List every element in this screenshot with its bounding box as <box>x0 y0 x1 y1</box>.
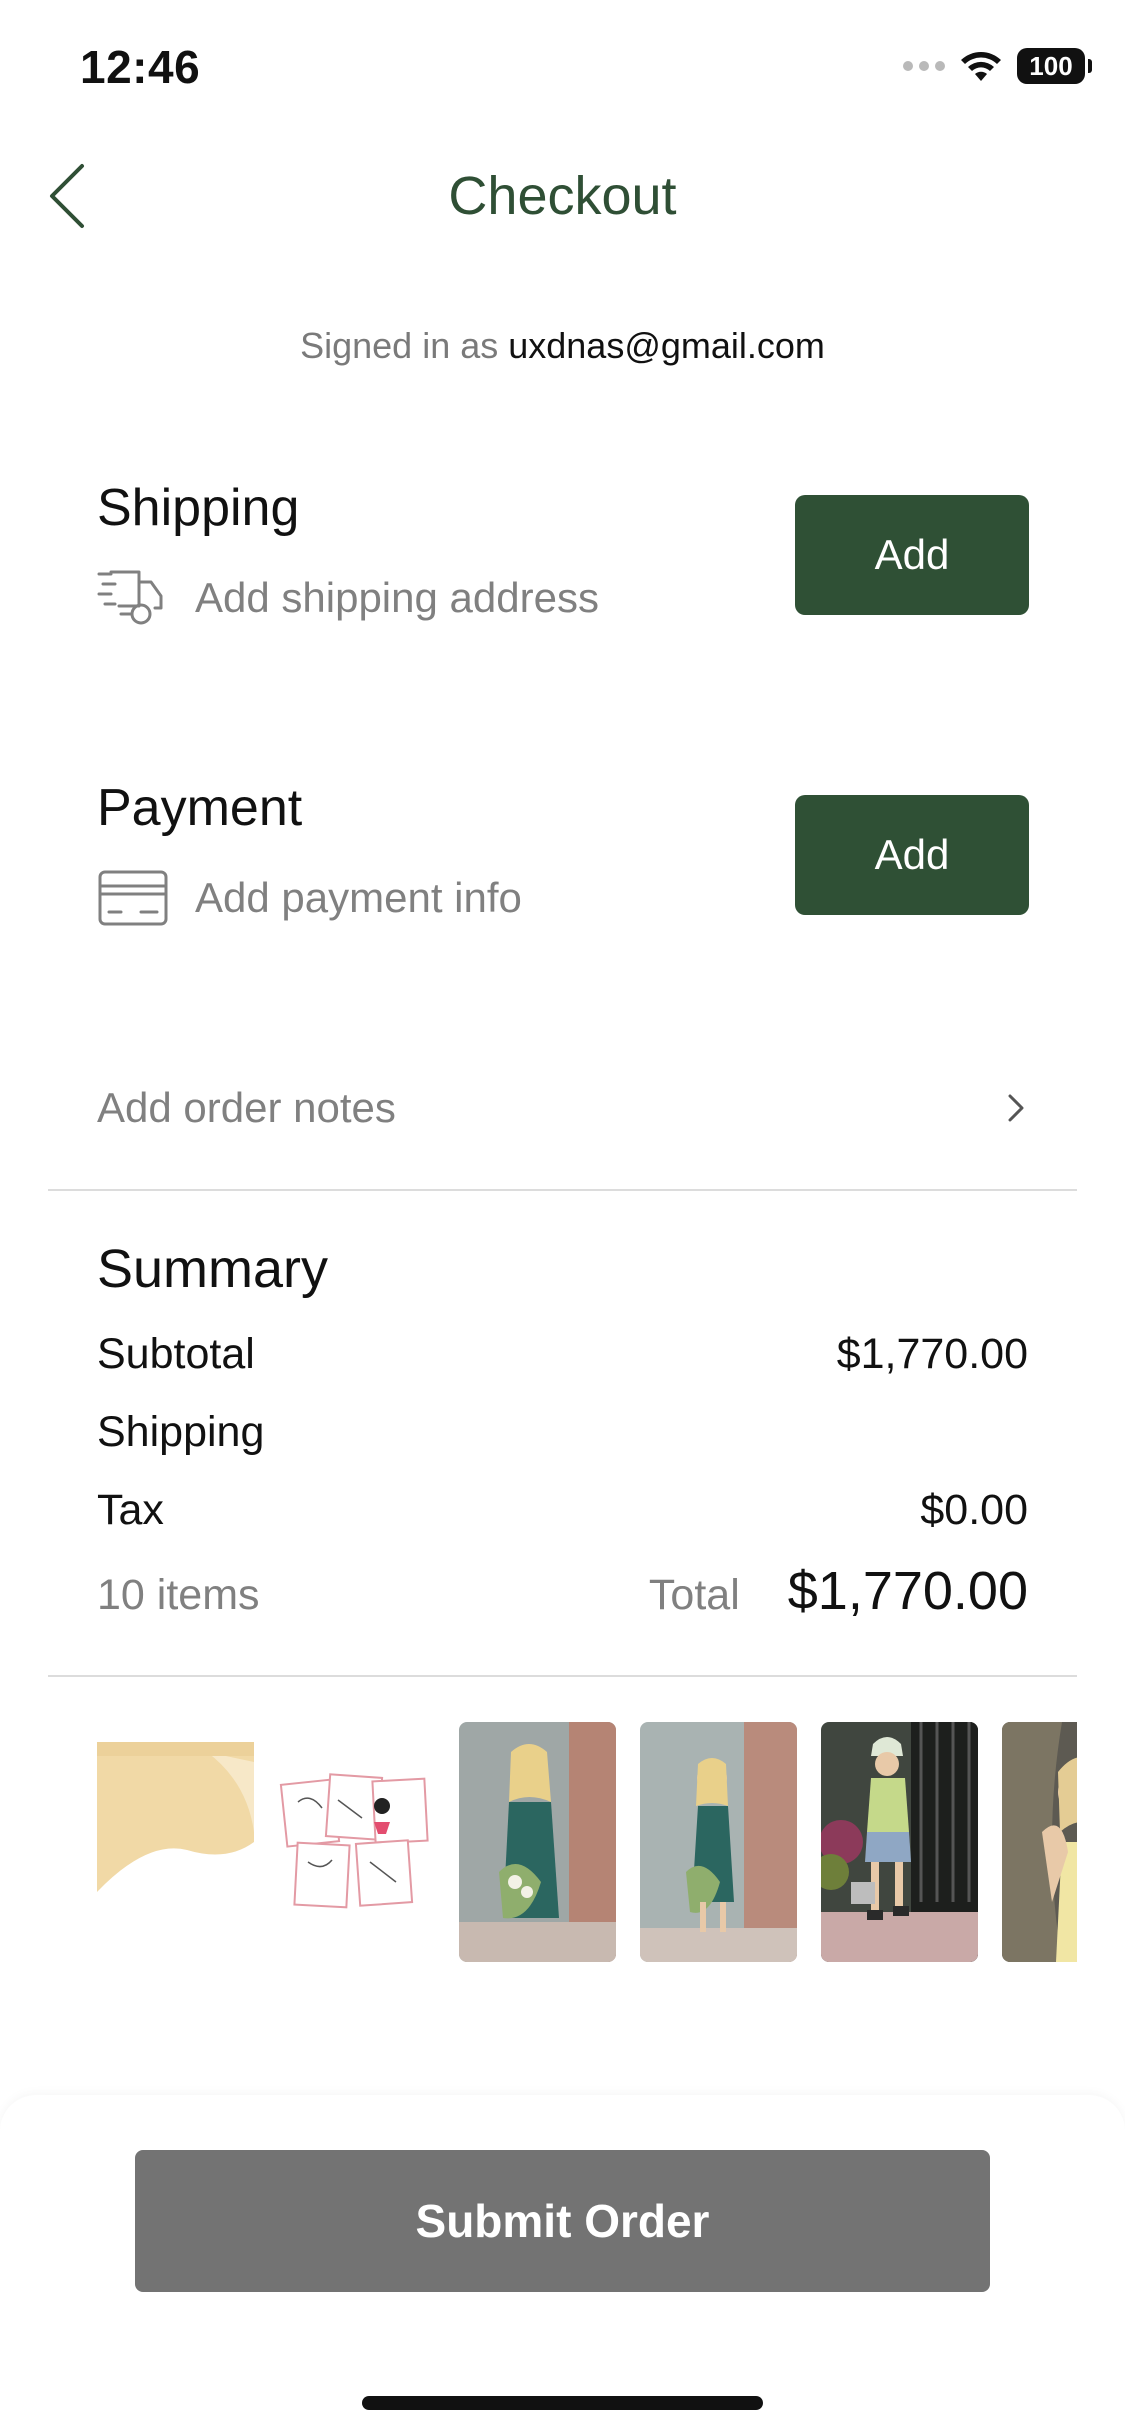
account-email: uxdnas@gmail.com <box>508 325 825 366</box>
product-thumbnails[interactable] <box>97 1722 1077 1962</box>
wifi-icon <box>961 52 1001 81</box>
cellular-signal-icon <box>903 61 945 71</box>
payment-prompt: Add payment info <box>195 874 522 921</box>
summary-label: Shipping <box>97 1408 265 1456</box>
summary-value: $0.00 <box>920 1486 1028 1534</box>
delivery-truck-icon <box>97 570 163 625</box>
summary-row-subtotal: Subtotal $1,770.00 <box>97 1330 1028 1379</box>
signed-in-info: Signed in as uxdnas@gmail.com <box>0 325 1125 367</box>
summary-total-row: 10 items Total $1,770.00 <box>97 1560 1028 1622</box>
credit-card-icon <box>98 870 168 926</box>
home-indicator <box>362 2396 763 2410</box>
status-icons: 100 <box>903 46 1092 86</box>
summary-row-shipping: Shipping <box>97 1408 1028 1457</box>
payment-title: Payment <box>97 779 303 837</box>
signed-in-label: Signed in as <box>300 325 499 366</box>
summary-label: Tax <box>97 1486 164 1534</box>
summary-label: Subtotal <box>97 1330 255 1378</box>
outfit-thumbnail[interactable] <box>821 1722 978 1962</box>
greeting-cards-thumbnail[interactable] <box>278 1722 435 1962</box>
yellow-top-thumbnail[interactable] <box>1002 1722 1077 1962</box>
summary-title: Summary <box>97 1239 329 1299</box>
battery-indicator: 100 <box>1017 48 1092 84</box>
total-group: Total $1,770.00 <box>649 1560 1028 1622</box>
summary-value: $1,770.00 <box>836 1330 1028 1378</box>
divider <box>48 1189 1077 1191</box>
tablecloth-thumbnail[interactable] <box>97 1722 254 1962</box>
page-title: Checkout <box>448 166 677 226</box>
shipping-title: Shipping <box>97 479 300 537</box>
total-label: Total <box>648 1571 740 1619</box>
add-shipping-button[interactable]: Add <box>795 495 1029 615</box>
order-notes-label: Add order notes <box>97 1084 396 1131</box>
divider <box>48 1675 1077 1677</box>
summary-row-tax: Tax $0.00 <box>97 1486 1028 1535</box>
total-value: $1,770.00 <box>787 1561 1028 1621</box>
order-notes-row[interactable]: Add order notes <box>97 1075 1028 1141</box>
submit-order-button[interactable]: Submit Order <box>135 2150 990 2292</box>
shipping-row: Add shipping address <box>97 568 599 628</box>
add-payment-button[interactable]: Add <box>795 795 1029 915</box>
payment-row: Add payment info <box>97 868 522 928</box>
status-time: 12:46 <box>80 41 201 93</box>
items-count: 10 items <box>97 1571 260 1619</box>
chevron-right-icon <box>1008 1094 1024 1122</box>
green-dress-thumbnail-2[interactable] <box>640 1722 797 1962</box>
green-dress-thumbnail-1[interactable] <box>459 1722 616 1962</box>
shipping-prompt: Add shipping address <box>195 574 599 621</box>
